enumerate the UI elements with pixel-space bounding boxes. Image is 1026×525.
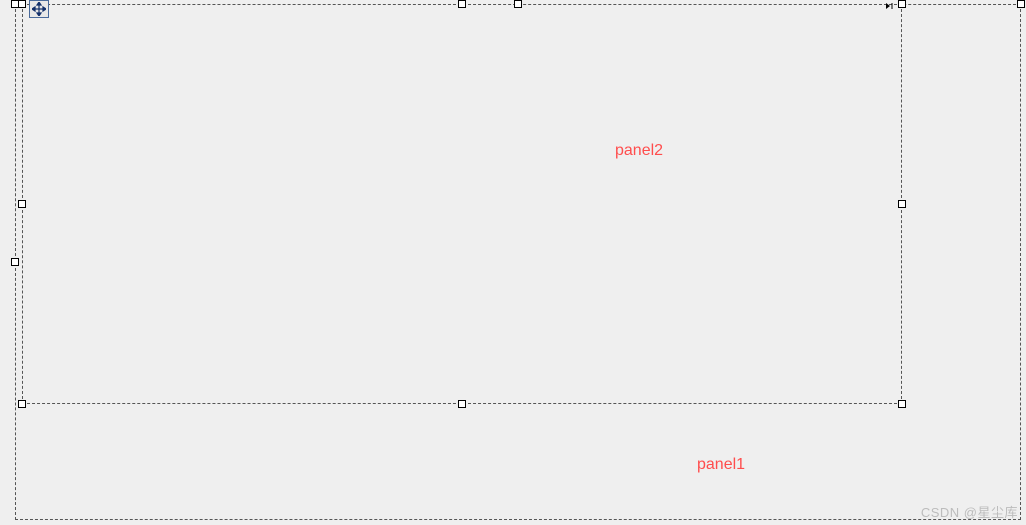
panel2-container[interactable] xyxy=(22,4,902,404)
panel2-handle-bl[interactable] xyxy=(18,400,26,408)
panel2-handle-bc[interactable] xyxy=(458,400,466,408)
panel2-handle-mr[interactable] xyxy=(898,200,906,208)
watermark-text: CSDN @星尘库 xyxy=(921,502,1018,521)
panel2-label: panel2 xyxy=(615,142,663,160)
panel2-handle-br[interactable] xyxy=(898,400,906,408)
panel2-handle-tc[interactable] xyxy=(458,0,466,8)
smart-tag-icon[interactable] xyxy=(884,1,898,11)
panel1-handle-ml[interactable] xyxy=(11,258,19,266)
panel1-handle-tc[interactable] xyxy=(514,0,522,8)
panel2-handle-tl[interactable] xyxy=(18,0,26,8)
panel2-handle-ml[interactable] xyxy=(18,200,26,208)
move-handle-icon[interactable] xyxy=(29,0,49,18)
panel2-handle-tr[interactable] xyxy=(898,0,906,8)
panel1-handle-tr[interactable] xyxy=(1017,0,1025,8)
panel1-label: panel1 xyxy=(697,456,745,474)
